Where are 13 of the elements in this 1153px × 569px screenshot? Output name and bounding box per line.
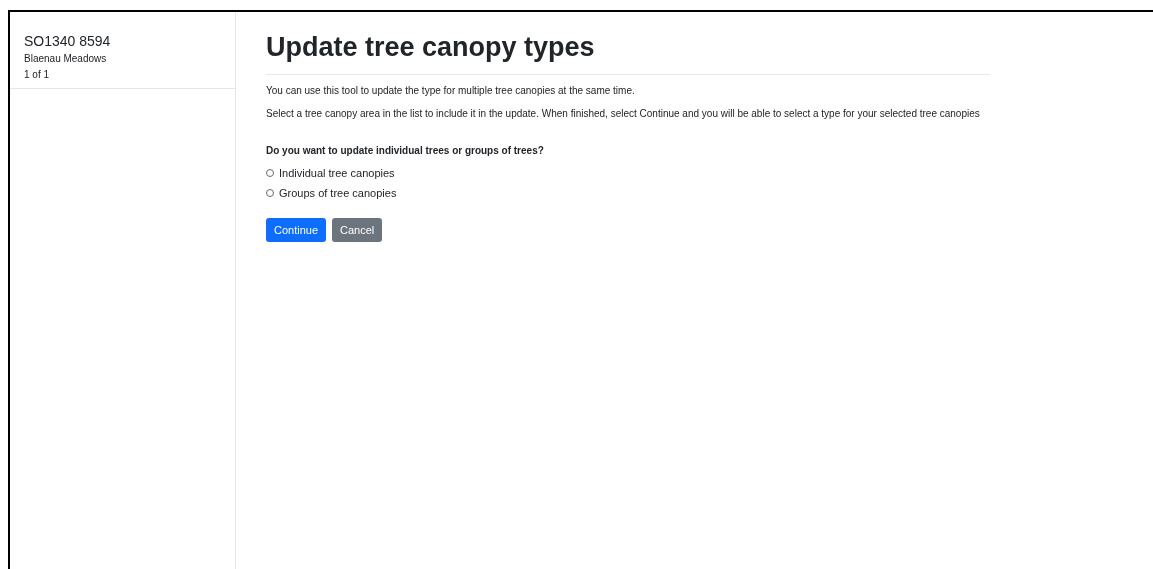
radio-button[interactable] [266, 169, 274, 177]
place-name: Blaenau Meadows [24, 52, 108, 66]
grid-reference: SO1340 8594 [24, 32, 112, 50]
cancel-button[interactable]: Cancel [332, 218, 383, 242]
option-label[interactable]: Groups of tree canopies [279, 186, 397, 200]
continue-button[interactable]: Continue [266, 218, 327, 242]
question-text: Do you want to update individual trees or groups of trees? [266, 144, 545, 158]
page-title: Update tree canopy types [266, 30, 990, 75]
result-count: 1 of 1 [24, 68, 51, 82]
instruction-text: You can use this tool to update the type for multiple tree canopies at the same time. [266, 84, 636, 98]
radio-button[interactable] [266, 189, 274, 197]
option-label[interactable]: Individual tree canopies [279, 166, 395, 180]
instruction-text: Select a tree canopy area in the list to include it in the update. When finished, select Continue and you will be able to select a type for your selected tree canopies [266, 107, 981, 121]
